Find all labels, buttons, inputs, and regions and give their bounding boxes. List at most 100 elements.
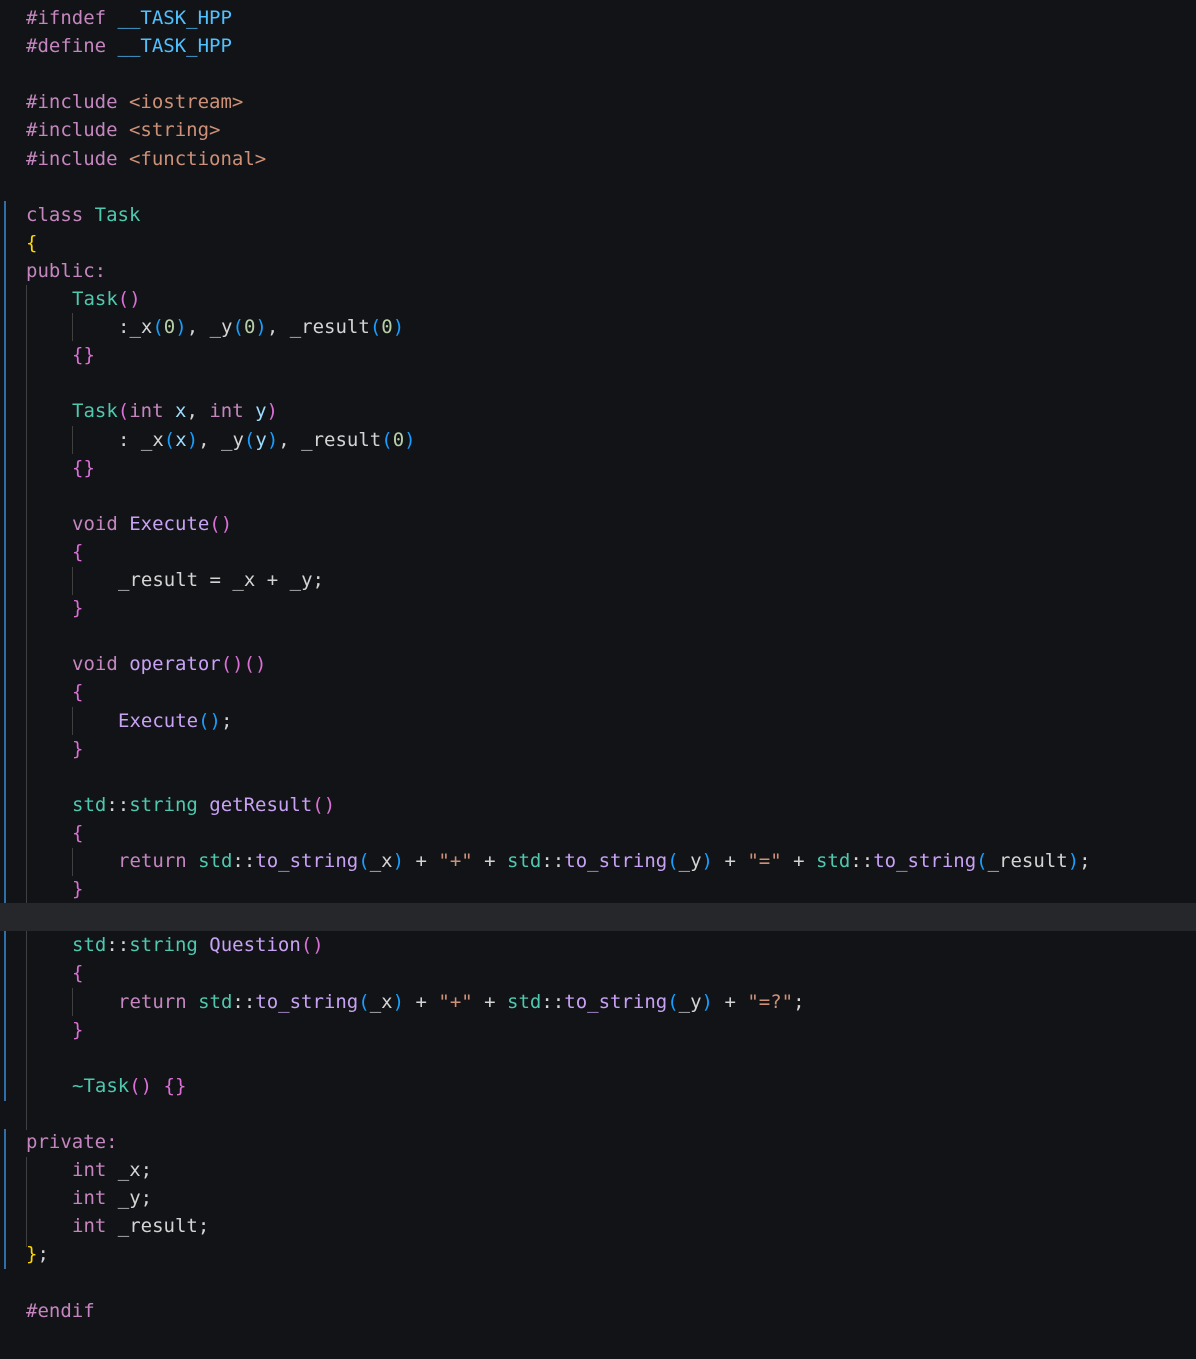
code-token: ( xyxy=(117,400,130,423)
code-token: _y xyxy=(678,990,702,1013)
code-token: ( xyxy=(381,428,393,451)
code-line[interactable]: { xyxy=(0,229,1196,257)
code-token: std xyxy=(507,990,542,1013)
code-token: class xyxy=(26,203,95,226)
code-line[interactable]: #include <iostream> xyxy=(0,88,1196,116)
code-line[interactable]: _result = _x + _y; xyxy=(0,566,1196,594)
code-line[interactable] xyxy=(0,763,1196,791)
code-line[interactable]: { xyxy=(0,678,1196,706)
code-token: ( xyxy=(243,428,256,451)
code-token: int xyxy=(72,1159,118,1182)
code-token: _result xyxy=(301,428,382,451)
code-line[interactable]: } xyxy=(0,1016,1196,1044)
code-line[interactable]: int _result; xyxy=(0,1212,1196,1240)
code-token: x xyxy=(174,400,187,423)
code-token: Task xyxy=(72,288,118,310)
code-token: _x xyxy=(369,850,393,872)
code-text: #define __TASK_HPP xyxy=(26,32,232,60)
code-line[interactable]: { xyxy=(0,959,1196,987)
code-token: _y xyxy=(289,569,313,591)
code-text: return std::to_string(_x) + "+" + std::t… xyxy=(118,988,805,1016)
code-token: _result xyxy=(117,1215,198,1238)
code-line[interactable]: return std::to_string(_x) + "+" + std::t… xyxy=(0,847,1196,875)
code-line[interactable]: return std::to_string(_x) + "+" + std::t… xyxy=(0,988,1196,1016)
code-line[interactable]: Task(int x, int y) xyxy=(0,397,1196,425)
code-editor[interactable]: #ifndef __TASK_HPP #define __TASK_HPP #inc… xyxy=(0,0,1196,1359)
code-token: } xyxy=(72,1018,84,1041)
code-token: _result xyxy=(289,316,370,339)
code-line[interactable]: #ifndef __TASK_HPP xyxy=(0,4,1196,32)
code-token: ( xyxy=(152,316,164,339)
code-line[interactable]: Execute(); xyxy=(0,707,1196,735)
code-line[interactable]: int _x; xyxy=(0,1156,1196,1184)
code-line[interactable] xyxy=(0,1100,1196,1128)
code-line[interactable] xyxy=(0,482,1196,510)
code-line[interactable]: #define __TASK_HPP xyxy=(0,32,1196,60)
code-line[interactable] xyxy=(0,1044,1196,1072)
code-line[interactable]: } xyxy=(0,735,1196,763)
code-line[interactable] xyxy=(0,622,1196,650)
code-line[interactable] xyxy=(0,369,1196,397)
code-line[interactable]: #endif xyxy=(0,1297,1196,1325)
code-token: int xyxy=(72,1187,118,1210)
code-token: ; xyxy=(1079,850,1091,872)
code-line[interactable] xyxy=(0,903,1196,932)
code-token: #include xyxy=(26,147,129,170)
code-line[interactable]: :_x(0), _y(0), _result(0) xyxy=(0,313,1196,341)
code-token: _x xyxy=(232,569,256,591)
code-token: to_string xyxy=(255,850,359,872)
code-token: ; xyxy=(220,709,233,732)
code-text: #include <iostream> xyxy=(26,88,243,116)
code-token: #include xyxy=(26,91,129,114)
code-line[interactable]: ~Task() {} xyxy=(0,1072,1196,1100)
code-line[interactable]: } xyxy=(0,594,1196,622)
code-line[interactable]: } xyxy=(0,875,1196,903)
code-token: ; xyxy=(140,1159,153,1182)
code-text: } xyxy=(72,875,83,903)
code-line[interactable]: {} xyxy=(0,341,1196,369)
code-token: "+" xyxy=(438,850,473,872)
code-line[interactable] xyxy=(0,60,1196,88)
code-line[interactable]: void operator()() xyxy=(0,650,1196,678)
code-line[interactable]: { xyxy=(0,538,1196,566)
code-line[interactable]: class Task xyxy=(0,201,1196,229)
code-line[interactable]: public: xyxy=(0,257,1196,285)
code-text: { xyxy=(72,959,83,987)
code-text: private: xyxy=(26,1128,118,1156)
code-text: ~Task() {} xyxy=(72,1072,186,1100)
code-line[interactable]: std::string Question() xyxy=(0,931,1196,959)
code-token: ) xyxy=(404,428,416,451)
code-line[interactable]: #include <functional> xyxy=(0,145,1196,173)
code-line[interactable]: : _x(x), _y(y), _result(0) xyxy=(0,426,1196,454)
code-line[interactable]: }; xyxy=(0,1240,1196,1268)
code-line[interactable] xyxy=(0,1269,1196,1297)
code-token: { xyxy=(26,231,38,254)
code-line[interactable]: void Execute() xyxy=(0,510,1196,538)
code-token: () xyxy=(312,793,336,816)
code-token: + xyxy=(255,569,290,591)
code-token: {} xyxy=(72,456,95,479)
code-token: string xyxy=(129,934,210,957)
code-line[interactable]: private: xyxy=(0,1128,1196,1156)
code-line[interactable]: {} xyxy=(0,454,1196,482)
code-line[interactable]: std::string getResult() xyxy=(0,791,1196,819)
code-token: _x xyxy=(117,1159,141,1182)
code-line[interactable]: { xyxy=(0,819,1196,847)
code-token: :: xyxy=(541,850,565,872)
code-token: ( xyxy=(667,990,679,1013)
code-token: __TASK_HPP xyxy=(117,7,232,29)
code-token: {} xyxy=(163,1074,187,1097)
code-token: "=?" xyxy=(747,990,794,1013)
code-line[interactable]: Task() xyxy=(0,285,1196,313)
code-token: :: xyxy=(232,850,256,872)
code-token: ; xyxy=(793,990,805,1013)
code-token: #endif xyxy=(26,1299,95,1322)
code-token: y xyxy=(255,400,267,423)
code-line[interactable] xyxy=(0,173,1196,201)
code-line[interactable]: int _y; xyxy=(0,1184,1196,1212)
code-token: ( xyxy=(163,428,176,451)
code-token: Execute xyxy=(129,512,210,535)
code-token: :: xyxy=(850,850,874,872)
code-token: ( xyxy=(358,990,370,1013)
code-line[interactable]: #include <string> xyxy=(0,116,1196,144)
